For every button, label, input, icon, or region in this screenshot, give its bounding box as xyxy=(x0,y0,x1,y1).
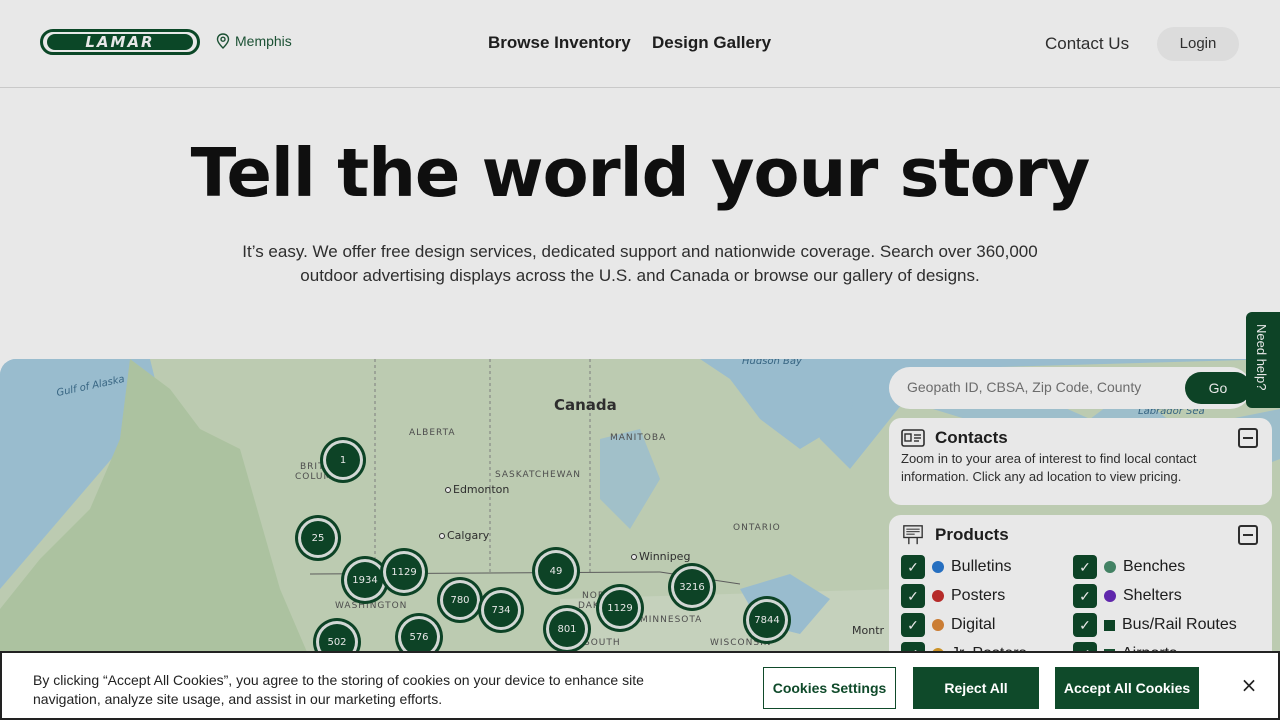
collapse-contacts-icon[interactable] xyxy=(1238,428,1258,448)
label-winnipeg: Winnipeg xyxy=(631,550,690,563)
label-calgary-text: Calgary xyxy=(447,529,490,542)
map-cluster[interactable]: 734 xyxy=(481,590,521,630)
city-marker-icon xyxy=(445,487,451,493)
map-cluster[interactable]: 1129 xyxy=(599,587,641,629)
posters-color-dot xyxy=(932,590,944,602)
contacts-description: Zoom in to your area of interest to find… xyxy=(901,451,1197,484)
product-label: Shelters xyxy=(1123,587,1182,604)
check-icon[interactable]: ✓ xyxy=(1073,555,1097,579)
label-calgary: Calgary xyxy=(439,529,489,542)
product-posters[interactable]: ✓ Posters xyxy=(901,584,1005,608)
contacts-title: Contacts xyxy=(935,428,1008,447)
contact-card-icon xyxy=(901,429,925,447)
nav-design-gallery[interactable]: Design Gallery xyxy=(652,33,771,53)
label-south-dakota: SOUTH xyxy=(584,638,621,648)
collapse-products-icon[interactable] xyxy=(1238,525,1258,545)
close-icon[interactable]: × xyxy=(1239,675,1259,695)
contacts-header[interactable]: Contacts xyxy=(901,428,1008,448)
product-bus-rail-routes[interactable]: ✓ Bus/Rail Routes xyxy=(1073,613,1237,637)
map-cluster[interactable]: 49 xyxy=(535,550,577,592)
location-selector[interactable]: Memphis xyxy=(216,33,292,49)
reject-all-button[interactable]: Reject All xyxy=(913,667,1039,709)
label-canada: Canada xyxy=(554,396,617,414)
cookies-settings-button[interactable]: Cookies Settings xyxy=(763,667,896,709)
label-saskatchewan: SASKATCHEWAN xyxy=(495,470,581,480)
location-label: Memphis xyxy=(235,33,292,49)
label-alberta: ALBERTA xyxy=(409,428,456,438)
check-icon[interactable]: ✓ xyxy=(1073,584,1097,608)
map-cluster[interactable]: 801 xyxy=(546,608,588,650)
check-icon[interactable]: ✓ xyxy=(901,555,925,579)
need-help-label: Need help? xyxy=(1254,324,1269,391)
login-button[interactable]: Login xyxy=(1157,27,1239,61)
label-manitoba: MANITOBA xyxy=(610,433,667,443)
map-cluster[interactable]: 25 xyxy=(298,518,338,558)
label-edmonton-text: Edmonton xyxy=(453,483,510,496)
product-label: Bus/Rail Routes xyxy=(1122,616,1237,633)
label-winnipeg-text: Winnipeg xyxy=(639,550,691,563)
lamar-logo[interactable]: LAMAR xyxy=(40,29,200,55)
product-label: Benches xyxy=(1123,558,1186,575)
hero-subtitle: It’s easy. We offer free design services… xyxy=(242,242,1038,285)
search-go-button[interactable]: Go xyxy=(1185,372,1251,404)
digital-color-dot xyxy=(932,619,944,631)
map-search-input[interactable] xyxy=(907,379,1167,395)
cookie-consent-text: By clicking “Accept All Cookies”, you ag… xyxy=(33,672,644,707)
map-search-box: Go xyxy=(889,367,1251,409)
accept-all-cookies-button[interactable]: Accept All Cookies xyxy=(1055,667,1199,709)
cookie-banner: By clicking “Accept All Cookies”, you ag… xyxy=(0,651,1280,720)
product-label: Posters xyxy=(951,587,1006,604)
map-cluster[interactable]: 780 xyxy=(440,580,480,620)
contact-us-link[interactable]: Contact Us xyxy=(1045,34,1129,54)
logo-wordmark: LAMAR xyxy=(47,34,193,50)
city-marker-icon xyxy=(631,554,637,560)
check-icon[interactable]: ✓ xyxy=(1073,613,1097,637)
label-washington: WASHINGTON xyxy=(335,601,408,611)
billboard-icon xyxy=(903,525,923,545)
site-header: LAMAR Memphis Browse Inventory Design Ga… xyxy=(0,0,1280,88)
nav-browse-inventory[interactable]: Browse Inventory xyxy=(488,33,631,53)
map-cluster[interactable]: 3216 xyxy=(671,566,713,608)
benches-color-dot xyxy=(1104,561,1116,573)
check-icon[interactable]: ✓ xyxy=(901,613,925,637)
label-ontario: ONTARIO xyxy=(733,523,781,533)
location-pin-icon xyxy=(216,33,230,49)
product-label: Bulletins xyxy=(951,558,1012,575)
bus-rail-color-square xyxy=(1104,619,1115,631)
products-title: Products xyxy=(935,525,1009,544)
hero-title: Tell the world your story xyxy=(190,134,1091,212)
label-edmonton: Edmonton xyxy=(445,483,509,496)
map-cluster[interactable]: 1129 xyxy=(383,551,425,593)
product-benches[interactable]: ✓ Benches xyxy=(1073,555,1185,579)
product-label: Digital xyxy=(951,616,996,633)
product-bulletins[interactable]: ✓ Bulletins xyxy=(901,555,1011,579)
contacts-panel: Contacts Zoom in to your area of interes… xyxy=(889,418,1272,505)
shelters-color-dot xyxy=(1104,590,1116,602)
product-shelters[interactable]: ✓ Shelters xyxy=(1073,584,1182,608)
bulletins-color-dot xyxy=(932,561,944,573)
label-montreal: Montr xyxy=(852,624,885,637)
map-cluster[interactable]: 7844 xyxy=(746,599,788,641)
map-cluster[interactable]: 1 xyxy=(323,440,363,480)
product-digital[interactable]: ✓ Digital xyxy=(901,613,995,637)
check-icon[interactable]: ✓ xyxy=(901,584,925,608)
label-minnesota: MINNESOTA xyxy=(640,615,703,625)
need-help-tab[interactable]: Need help? xyxy=(1246,312,1280,408)
label-hudson-bay: Hudson Bay xyxy=(742,359,802,367)
city-marker-icon xyxy=(439,533,445,539)
products-header[interactable]: Products xyxy=(901,525,1009,545)
map-cluster[interactable]: 1934 xyxy=(344,559,386,601)
